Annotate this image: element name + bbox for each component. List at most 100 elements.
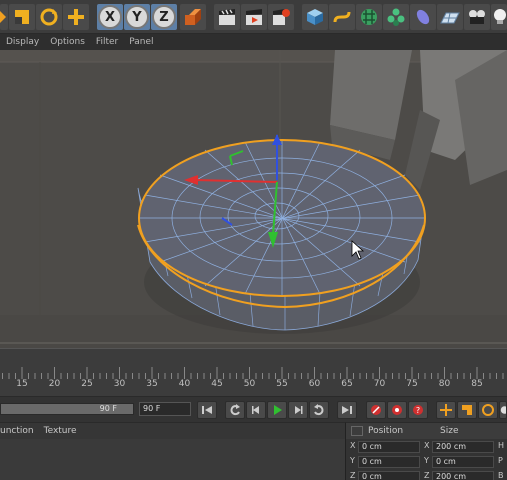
material-manager-panel: unction Texture xyxy=(0,422,345,480)
play-icon xyxy=(274,405,282,415)
scale-icon xyxy=(15,10,29,24)
size-z-field[interactable]: 200 cm xyxy=(432,471,494,480)
svg-text:?: ? xyxy=(416,406,420,415)
x-axis-lock-button[interactable]: X xyxy=(97,4,123,30)
menu-texture[interactable]: Texture xyxy=(44,426,77,436)
step-forward-button[interactable] xyxy=(288,401,308,419)
ruler-tick-label: 45 xyxy=(211,379,223,389)
position-axis-z-label: Z xyxy=(350,471,356,480)
key-position-button[interactable] xyxy=(436,401,456,419)
viewport-menubar: Display Options Filter Panel xyxy=(0,34,507,50)
size-column-label: Size xyxy=(440,426,459,436)
cube-icon xyxy=(307,9,323,25)
record-key-icon xyxy=(371,405,381,415)
light-object-button[interactable] xyxy=(491,4,507,30)
keyframe-selection-button[interactable]: ? xyxy=(408,401,428,419)
y-axis-label: Y xyxy=(125,5,149,29)
move-arrows-icon xyxy=(440,404,452,416)
go-to-end-button[interactable] xyxy=(337,401,357,419)
cloner-icon xyxy=(387,8,405,26)
scale-key-icon xyxy=(462,405,472,415)
coordinate-system-icon xyxy=(185,9,201,25)
add-tool-button[interactable] xyxy=(63,4,89,30)
ruler-tick-label: 65 xyxy=(341,379,353,389)
step-back-button[interactable] xyxy=(246,401,266,419)
autokey-icon xyxy=(392,405,402,415)
frame-range-slider[interactable]: 90 F xyxy=(0,403,134,415)
help-key-icon: ? xyxy=(413,405,423,415)
render-to-picture-viewer-button[interactable] xyxy=(241,4,267,30)
transport-bar: 90 F 90 F ? xyxy=(0,396,507,422)
cloner-object-button[interactable] xyxy=(383,4,409,30)
render-settings-button[interactable] xyxy=(268,4,294,30)
coordinate-system-button[interactable] xyxy=(180,4,206,30)
menu-filter[interactable]: Filter xyxy=(96,37,118,47)
collapse-icon[interactable] xyxy=(351,426,363,436)
y-axis-lock-button[interactable]: Y xyxy=(124,4,150,30)
clapboard-gear-icon xyxy=(273,9,290,25)
floor-grid-icon xyxy=(440,12,460,24)
main-toolbar: X Y Z xyxy=(0,0,507,34)
ruler-tick-label: 55 xyxy=(276,379,288,389)
loop-forward-icon xyxy=(314,404,324,416)
menu-panel[interactable]: Panel xyxy=(129,37,153,47)
ruler-tick-label: 60 xyxy=(308,379,321,389)
deformer-button[interactable] xyxy=(410,4,436,30)
floor-object-button[interactable] xyxy=(437,4,463,30)
ruler-tick-label: 15 xyxy=(16,379,28,389)
clapboard-icon xyxy=(219,9,235,25)
ruler-tick-label: 85 xyxy=(471,379,483,389)
timeline-ruler[interactable]: 15 20 25 30 35 40 45 50 55 60 65 70 75 80 85 xyxy=(0,348,507,396)
rotate-tool-button[interactable] xyxy=(36,4,62,30)
next-key-button[interactable] xyxy=(309,401,329,419)
skip-forward-icon xyxy=(342,406,352,414)
key-parameter-button[interactable] xyxy=(499,401,507,419)
record-button[interactable] xyxy=(366,401,386,419)
size-axis-y-label: Y xyxy=(424,456,429,465)
camera-object-button[interactable] xyxy=(464,4,490,30)
rotate-icon xyxy=(40,8,58,26)
3d-viewport[interactable] xyxy=(0,50,507,348)
end-frame-field[interactable]: 90 F xyxy=(139,402,191,416)
coord-row-z: Z 0 cm Z 200 cm B xyxy=(346,470,507,480)
ruler-tick-label: 50 xyxy=(243,379,256,389)
move-tool-button[interactable] xyxy=(9,4,35,30)
size-y-field[interactable]: 0 cm xyxy=(432,456,494,468)
position-y-field[interactable]: 0 cm xyxy=(358,456,420,468)
rotation-axis-b-label: B xyxy=(498,471,504,480)
position-z-field[interactable]: 0 cm xyxy=(358,471,420,480)
position-column-label: Position xyxy=(368,426,404,436)
go-to-start-button[interactable] xyxy=(197,401,217,419)
rotation-axis-p-label: P xyxy=(498,456,503,465)
key-rotation-button[interactable] xyxy=(478,401,498,419)
menu-display[interactable]: Display xyxy=(6,37,39,47)
z-axis-lock-button[interactable]: Z xyxy=(151,4,177,30)
ruler-tick-label: 25 xyxy=(81,379,93,389)
ruler-tick-label: 40 xyxy=(178,379,191,389)
menu-function[interactable]: unction xyxy=(0,426,34,436)
spline-object-button[interactable] xyxy=(329,4,355,30)
position-x-field[interactable]: 0 cm xyxy=(358,441,420,453)
previous-key-button[interactable] xyxy=(225,401,245,419)
cube-object-button[interactable] xyxy=(302,4,328,30)
viewport-scene xyxy=(0,50,507,348)
render-view-button[interactable] xyxy=(214,4,240,30)
select-tool-button[interactable] xyxy=(0,4,8,30)
ruler-tick-label: 35 xyxy=(146,379,158,389)
ruler-tick-label: 20 xyxy=(48,379,61,389)
x-axis-label: X xyxy=(98,5,122,29)
camera-icon xyxy=(469,10,485,24)
parameter-key-icon xyxy=(500,406,506,414)
size-x-field[interactable]: 200 cm xyxy=(432,441,494,453)
ruler-tick-label: 80 xyxy=(438,379,451,389)
subdivision-surface-button[interactable] xyxy=(356,4,382,30)
ruler-ticks xyxy=(2,367,504,379)
position-axis-y-label: Y xyxy=(350,456,355,465)
rotate-key-icon xyxy=(482,404,494,416)
key-scale-button[interactable] xyxy=(457,401,477,419)
step-forward-icon xyxy=(295,406,303,414)
coordinates-panel: Position Size X 0 cm X 200 cm H Y 0 cm Y… xyxy=(345,422,507,480)
autokey-button[interactable] xyxy=(387,401,407,419)
menu-options[interactable]: Options xyxy=(50,37,85,47)
play-button[interactable] xyxy=(267,401,287,419)
